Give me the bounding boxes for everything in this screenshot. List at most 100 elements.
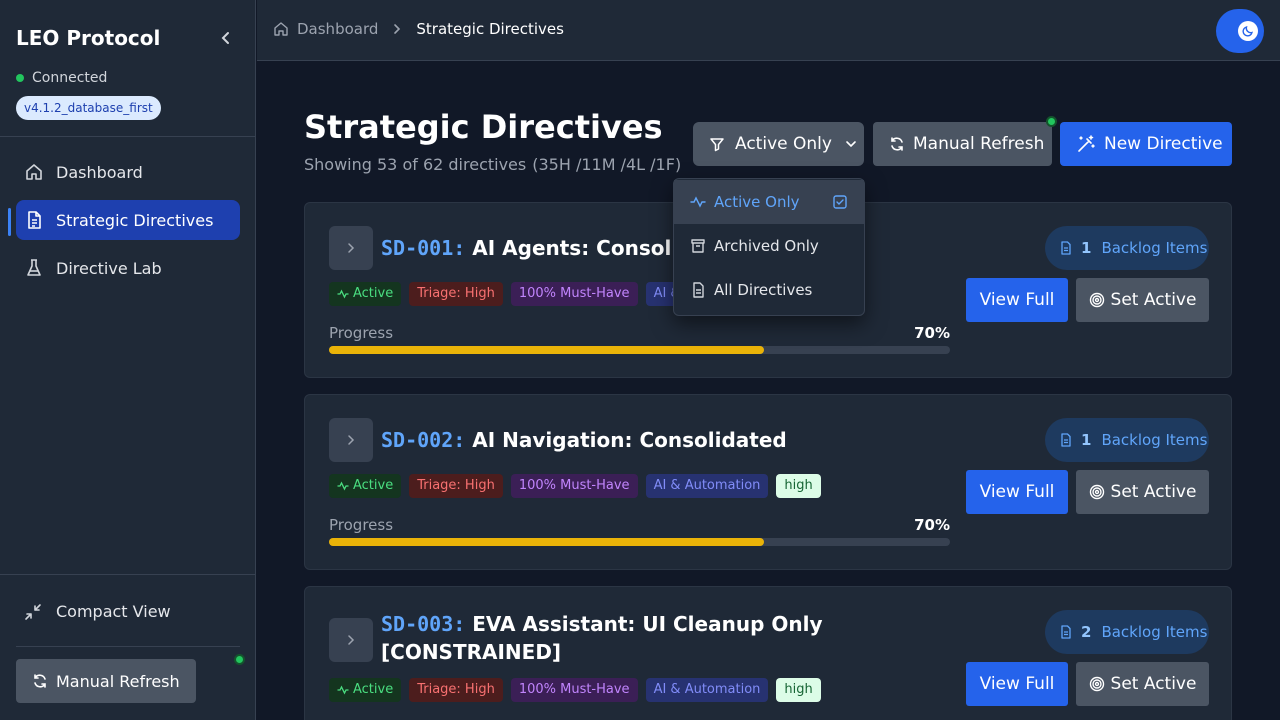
triage-badge: Triage: High [409, 282, 503, 306]
expand-card-button[interactable] [329, 418, 373, 462]
activity-icon [337, 289, 349, 299]
compact-view-toggle[interactable]: Compact View [24, 602, 171, 621]
filter-dropdown-button[interactable]: Active Only [693, 122, 864, 166]
page-title: Strategic Directives [304, 108, 663, 146]
set-active-button[interactable]: Set Active [1076, 470, 1209, 514]
directive-title[interactable]: SD-003: EVA Assistant: UI Cleanup Only [… [381, 610, 851, 666]
progress-value: 70% [914, 516, 950, 534]
directive-card: SD-002: AI Navigation: Consolidated Acti… [304, 394, 1232, 570]
progress-bar [329, 346, 950, 354]
directive-card: SD-003: EVA Assistant: UI Cleanup Only [… [304, 586, 1232, 720]
view-full-button[interactable]: View Full [966, 470, 1068, 514]
status-label: Active [353, 286, 394, 301]
set-active-button[interactable]: Set Active [1076, 278, 1209, 322]
minimize-icon [25, 603, 41, 620]
expand-card-button[interactable] [329, 618, 373, 662]
view-full-button[interactable]: View Full [966, 662, 1068, 706]
version-badge: v4.1.2_database_first [16, 96, 161, 120]
document-icon [28, 211, 41, 229]
filter-option-label: Active Only [714, 193, 800, 211]
chevron-left-icon [221, 32, 229, 44]
directive-id: SD-002: [381, 428, 466, 452]
directive-count: Showing 53 of 62 directives [304, 155, 527, 174]
filter-label: Active Only [735, 134, 832, 154]
sidebar-item-dashboard[interactable]: Dashboard [16, 152, 240, 192]
moon-icon [1242, 26, 1253, 37]
sidebar-manual-refresh-button[interactable]: Manual Refresh [16, 659, 196, 703]
backlog-label: Backlog Items [1101, 623, 1208, 641]
filter-option-label: All Directives [714, 281, 813, 299]
priority-breakdown: (35H /11M /4L /1F) [532, 155, 682, 174]
sidebar-divider [0, 136, 256, 137]
status-badge: Active [329, 282, 402, 306]
chevron-right-icon [348, 635, 355, 645]
set-active-label: Set Active [1110, 290, 1197, 310]
activity-icon [337, 685, 349, 695]
set-active-label: Set Active [1110, 674, 1197, 694]
directive-title[interactable]: SD-002: AI Navigation: Consolidated [381, 426, 787, 454]
sidebar-item-strategic-directives[interactable]: Strategic Directives [16, 200, 240, 240]
new-directive-button[interactable]: New Directive [1060, 122, 1232, 166]
filter-dropdown-menu: Active Only Archived Only All Directives [673, 178, 865, 316]
backlog-label: Backlog Items [1101, 431, 1208, 449]
filter-option-label: Archived Only [714, 237, 819, 255]
home-icon [26, 164, 42, 180]
connection-status: Connected [16, 70, 107, 86]
view-full-button[interactable]: View Full [966, 278, 1068, 322]
backlog-items-button[interactable]: 1 Backlog Items [1045, 418, 1209, 462]
status-badge: Active [329, 474, 402, 498]
sidebar-divider [16, 646, 240, 647]
backlog-count: 1 [1081, 239, 1092, 257]
document-icon [693, 282, 704, 298]
target-icon [1089, 676, 1104, 692]
sidebar: LEO Protocol Connected v4.1.2_database_f… [0, 0, 256, 720]
must-have-badge: 100% Must-Have [510, 282, 638, 306]
filter-icon [710, 138, 724, 152]
manual-refresh-label: Manual Refresh [56, 671, 180, 691]
backlog-items-button[interactable]: 2 Backlog Items [1045, 610, 1209, 654]
status-label: Active [353, 478, 394, 493]
backlog-label: Backlog Items [1101, 239, 1208, 257]
filter-option-archived-only[interactable]: Archived Only [674, 224, 864, 268]
category-badge: AI & Automation [645, 678, 769, 702]
set-active-button[interactable]: Set Active [1076, 662, 1209, 706]
breadcrumb-dashboard[interactable]: Dashboard [297, 20, 378, 38]
chevron-right-icon [348, 243, 355, 253]
home-icon [274, 22, 288, 36]
set-active-label: Set Active [1110, 482, 1197, 502]
progress-fill [329, 346, 764, 354]
sidebar-item-label: Strategic Directives [56, 210, 214, 230]
theme-toggle[interactable] [1216, 9, 1264, 53]
compact-view-label: Compact View [56, 602, 171, 621]
live-status-dot [234, 654, 245, 665]
expand-card-button[interactable] [329, 226, 373, 270]
target-icon [1089, 484, 1104, 500]
chevron-right-icon [394, 24, 401, 34]
filter-option-all-directives[interactable]: All Directives [674, 268, 864, 312]
filter-option-active-only[interactable]: Active Only [674, 180, 864, 224]
triage-badge: Triage: High [409, 474, 503, 498]
manual-refresh-button[interactable]: Manual Refresh [873, 122, 1052, 166]
directive-id: SD-003: [381, 612, 466, 636]
breadcrumb: Dashboard Strategic Directives [273, 20, 564, 38]
connection-label: Connected [32, 70, 108, 86]
magic-wand-icon [1078, 135, 1095, 152]
activity-icon [690, 196, 706, 208]
status-label: Active [353, 682, 394, 697]
status-badge: Active [329, 678, 402, 702]
progress-label: Progress [329, 516, 394, 534]
app-brand: LEO Protocol [16, 26, 161, 50]
must-have-badge: 100% Must-Have [510, 678, 638, 702]
priority-badge: high [776, 678, 821, 702]
live-status-dot [1046, 116, 1057, 127]
collapse-sidebar-button[interactable] [216, 28, 236, 48]
active-nav-indicator [8, 208, 11, 236]
backlog-count: 1 [1081, 431, 1092, 449]
archive-icon [691, 239, 705, 253]
sidebar-item-directive-lab[interactable]: Directive Lab [16, 248, 240, 288]
page-subtitle: Showing 53 of 62 directives (35H /11M /4L… [304, 155, 681, 174]
progress-label: Progress [329, 324, 394, 342]
activity-icon [337, 481, 349, 491]
theme-toggle-knob [1238, 21, 1258, 41]
backlog-items-button[interactable]: 1 Backlog Items [1045, 226, 1209, 270]
